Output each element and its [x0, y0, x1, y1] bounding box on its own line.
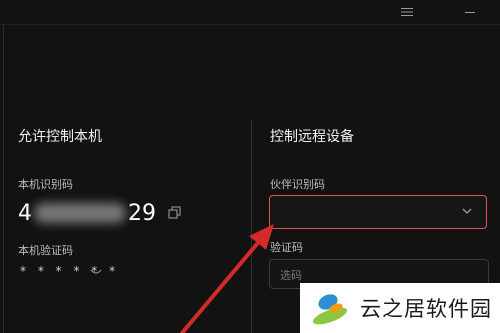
- chevron-down-icon[interactable]: [462, 207, 472, 215]
- menu-icon: [401, 8, 413, 16]
- partner-id-label: 伙伴识别码: [270, 178, 325, 191]
- local-code-value: * * * * * *: [20, 264, 120, 278]
- partner-id-combobox[interactable]: [269, 195, 487, 229]
- watermark-logo-icon: [312, 294, 348, 325]
- menu-button[interactable]: [392, 2, 422, 22]
- watermark-text: 云之居软件园: [360, 297, 492, 321]
- local-id-label: 本机识别码: [18, 178, 73, 191]
- panel-divider: [251, 120, 252, 333]
- local-id-start: 4: [18, 200, 32, 226]
- local-id-end: 29: [128, 200, 156, 226]
- verify-code-label: 验证码: [270, 241, 303, 254]
- copy-icon[interactable]: [168, 206, 181, 219]
- allow-control-title: 允许控制本机: [18, 129, 102, 145]
- minimize-button[interactable]: [455, 2, 485, 22]
- local-code-label: 本机验证码: [18, 244, 73, 257]
- refresh-icon[interactable]: [90, 268, 102, 276]
- minimize-icon: [465, 12, 475, 13]
- local-id-value: 4 29: [18, 198, 156, 228]
- title-bar: [0, 0, 500, 25]
- redacted-digits: [34, 203, 126, 223]
- control-remote-title: 控制远程设备: [270, 129, 354, 145]
- watermark: 云之居软件园: [300, 283, 500, 333]
- window-edge: [3, 24, 4, 333]
